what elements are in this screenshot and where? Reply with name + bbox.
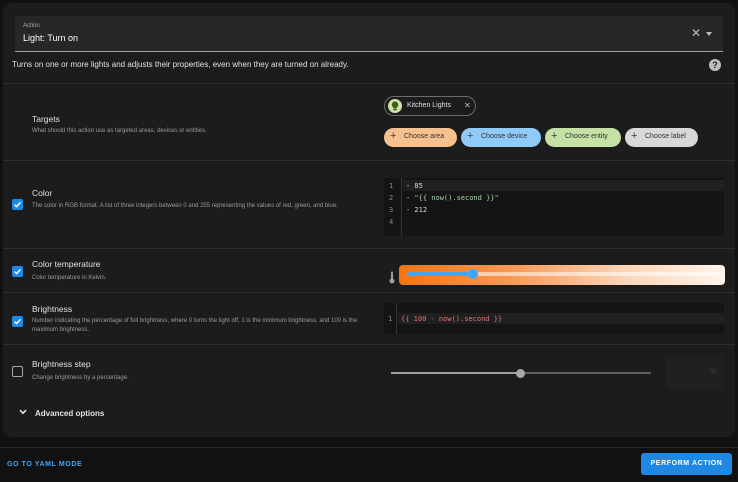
action-select-label: Action (23, 23, 40, 29)
line-number: 1 (388, 315, 393, 323)
check-icon (13, 318, 22, 325)
color-title: Color (32, 188, 53, 198)
color-temperature-description: Color temperature in Kelvin. (32, 275, 107, 281)
brightness-description: Number indicating the percentage of full… (32, 318, 358, 333)
thermometer-icon (389, 271, 395, 284)
targets-description: What should this action use as targeted … (32, 128, 207, 134)
action-select[interactable]: Action Light: Turn on ✕ (15, 16, 723, 52)
brightness-step-input[interactable]: % (666, 356, 724, 390)
color-checkbox[interactable] (12, 199, 23, 210)
plus-icon: + (551, 130, 558, 142)
active-line (403, 180, 724, 191)
divider (3, 83, 735, 84)
slider-fill (391, 372, 521, 374)
choose-entity-label: Choose entity (565, 133, 608, 140)
plus-icon: + (631, 130, 638, 142)
divider (3, 344, 735, 345)
code-line: - 212 (406, 206, 428, 214)
color-description: The color in RGB format. A list of three… (32, 203, 338, 209)
code-line: {{ 100 - now().second }} (401, 315, 503, 323)
yaml-mode-button[interactable]: GO TO YAML MODE (7, 461, 82, 468)
choose-label-label: Choose label (645, 133, 686, 140)
line-number: 2 (389, 194, 394, 202)
line-number: 1 (389, 182, 394, 190)
brightness-step-checkbox[interactable] (12, 366, 23, 377)
action-select-value: Light: Turn on (23, 33, 79, 43)
choose-entity-button[interactable]: + Choose entity (545, 128, 621, 147)
plus-icon: + (390, 130, 397, 142)
brightness-step-description: Change brightness by a percentage. (32, 375, 129, 381)
brightness-title: Brightness (32, 304, 73, 314)
lightbulb-icon (388, 99, 402, 113)
help-icon[interactable]: ? (709, 59, 721, 71)
target-chip-kitchen-lights[interactable]: Kitchen Lights ✕ (384, 96, 476, 116)
dropdown-arrow-icon[interactable] (706, 32, 712, 36)
color-temperature-title: Color temperature (32, 259, 101, 269)
brightness-checkbox[interactable] (12, 316, 23, 327)
line-number: 3 (389, 206, 394, 214)
divider (3, 292, 735, 293)
check-icon (13, 268, 22, 275)
code-line: - 85 (406, 182, 423, 190)
choose-device-button[interactable]: + Choose device (461, 128, 541, 147)
brightness-step-title: Brightness step (32, 359, 91, 369)
target-chip-label: Kitchen Lights (407, 102, 451, 109)
remove-target-icon[interactable]: ✕ (464, 101, 471, 110)
code-line: - "{{ now().second }}" (406, 194, 499, 202)
choose-area-button[interactable]: + Choose area (384, 128, 457, 147)
brightness-template-editor[interactable]: 1 {{ 100 - now().second }} (384, 303, 724, 334)
color-temperature-checkbox[interactable] (12, 266, 23, 277)
footer-divider (0, 447, 738, 448)
choose-label-button[interactable]: + Choose label (625, 128, 698, 147)
unit-label: % (709, 367, 717, 376)
check-icon (13, 201, 22, 208)
slider-handle[interactable] (516, 369, 525, 378)
choose-device-label: Choose device (481, 133, 528, 140)
slider-handle[interactable] (468, 269, 478, 279)
plus-icon: + (467, 130, 474, 142)
advanced-options-toggle[interactable]: Advanced options (35, 409, 104, 418)
targets-title: Targets (32, 114, 60, 124)
divider (3, 160, 735, 161)
chevron-down-icon[interactable] (19, 409, 27, 415)
perform-action-button[interactable]: PERFORM ACTION (641, 453, 732, 475)
choose-area-label: Choose area (404, 133, 445, 140)
action-description: Turns on one or more lights and adjusts … (12, 60, 349, 69)
line-number: 4 (389, 218, 394, 226)
color-yaml-editor[interactable]: 1 2 3 4 - 85 - "{{ now().second }}" - 21… (384, 178, 724, 236)
clear-icon[interactable]: ✕ (691, 27, 701, 39)
divider (3, 248, 735, 249)
action-card: Action Light: Turn on ✕ Turns on one or … (3, 3, 735, 437)
slider-fill (407, 272, 473, 276)
